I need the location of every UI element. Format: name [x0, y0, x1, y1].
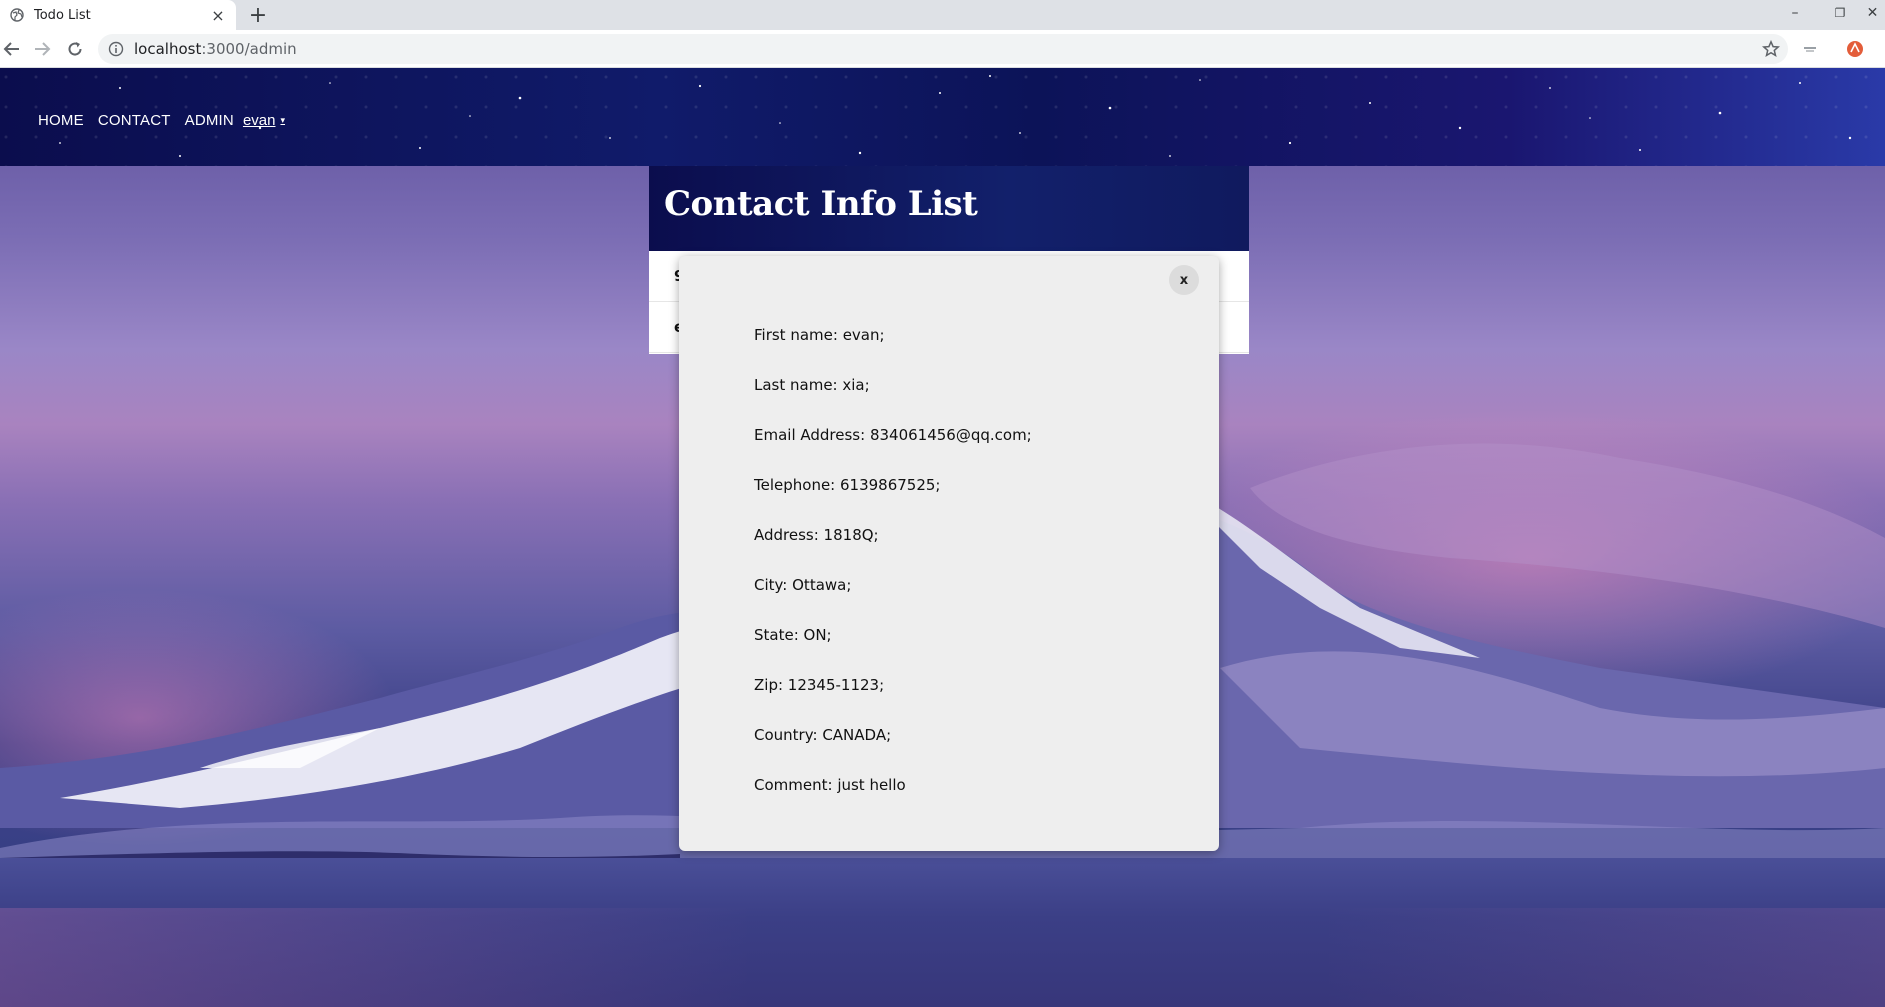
- site-navbar: HOME CONTACT ADMIN evan ▾: [0, 68, 1885, 166]
- modal-close-button[interactable]: x: [1169, 265, 1199, 295]
- tab-strip: Todo List × + – ❐ ✕: [0, 0, 1885, 30]
- address-bar[interactable]: localhost :3000/admin: [98, 34, 1788, 64]
- back-arrow-icon[interactable]: [0, 37, 24, 61]
- tab-title: Todo List: [34, 7, 91, 23]
- panel-header: Contact Info List: [649, 166, 1249, 251]
- globe-icon: [10, 8, 24, 22]
- telephone-line: Telephone: 6139867525;: [754, 476, 941, 494]
- bookmark-star-icon[interactable]: [1762, 40, 1780, 58]
- minimize-icon[interactable]: –: [1775, 0, 1815, 26]
- contact-detail-lines: First name: evan; Last name: xia; Email …: [754, 326, 1032, 826]
- url-path: :3000/admin: [201, 40, 297, 58]
- first-name-line: First name: evan;: [754, 326, 885, 344]
- restore-icon[interactable]: ❐: [1820, 0, 1860, 26]
- email-line: Email Address: 834061456@qq.com;: [754, 426, 1032, 444]
- page-title: Contact Info List: [664, 184, 978, 224]
- user-name: evan: [242, 112, 276, 129]
- last-name-line: Last name: xia;: [754, 376, 870, 394]
- nav-link-contact[interactable]: CONTACT: [98, 112, 171, 129]
- city-line: City: Ottawa;: [754, 576, 852, 594]
- new-tab-button[interactable]: +: [246, 3, 270, 28]
- caret-down-icon: ▾: [280, 115, 286, 125]
- lake-reflection: [0, 908, 1885, 1007]
- page-viewport: HOME CONTACT ADMIN evan ▾ Contact Info L…: [0, 68, 1885, 1007]
- user-dropdown[interactable]: evan ▾: [243, 112, 285, 129]
- extension-icon[interactable]: [1801, 40, 1819, 58]
- tab-close-icon[interactable]: ×: [208, 5, 228, 25]
- profile-extension-icon[interactable]: [1846, 40, 1864, 58]
- forward-arrow-icon[interactable]: [30, 37, 54, 61]
- url-host: localhost: [134, 40, 202, 58]
- nav-link-home[interactable]: HOME: [38, 112, 84, 129]
- window-close-icon[interactable]: ✕: [1860, 0, 1885, 26]
- browser-tab[interactable]: Todo List ×: [0, 0, 236, 30]
- address-line: Address: 1818Q;: [754, 526, 879, 544]
- comment-line: Comment: just hello: [754, 776, 906, 794]
- nav-links: HOME CONTACT ADMIN evan ▾: [38, 112, 285, 129]
- country-line: Country: CANADA;: [754, 726, 892, 744]
- reload-icon[interactable]: [63, 37, 87, 61]
- info-icon[interactable]: [108, 41, 124, 57]
- browser-toolbar: localhost :3000/admin: [0, 30, 1885, 68]
- nav-link-admin[interactable]: ADMIN: [185, 112, 234, 129]
- zip-line: Zip: 12345-1123;: [754, 676, 885, 694]
- contact-detail-modal: x First name: evan; Last name: xia; Emai…: [679, 256, 1219, 851]
- state-line: State: ON;: [754, 626, 832, 644]
